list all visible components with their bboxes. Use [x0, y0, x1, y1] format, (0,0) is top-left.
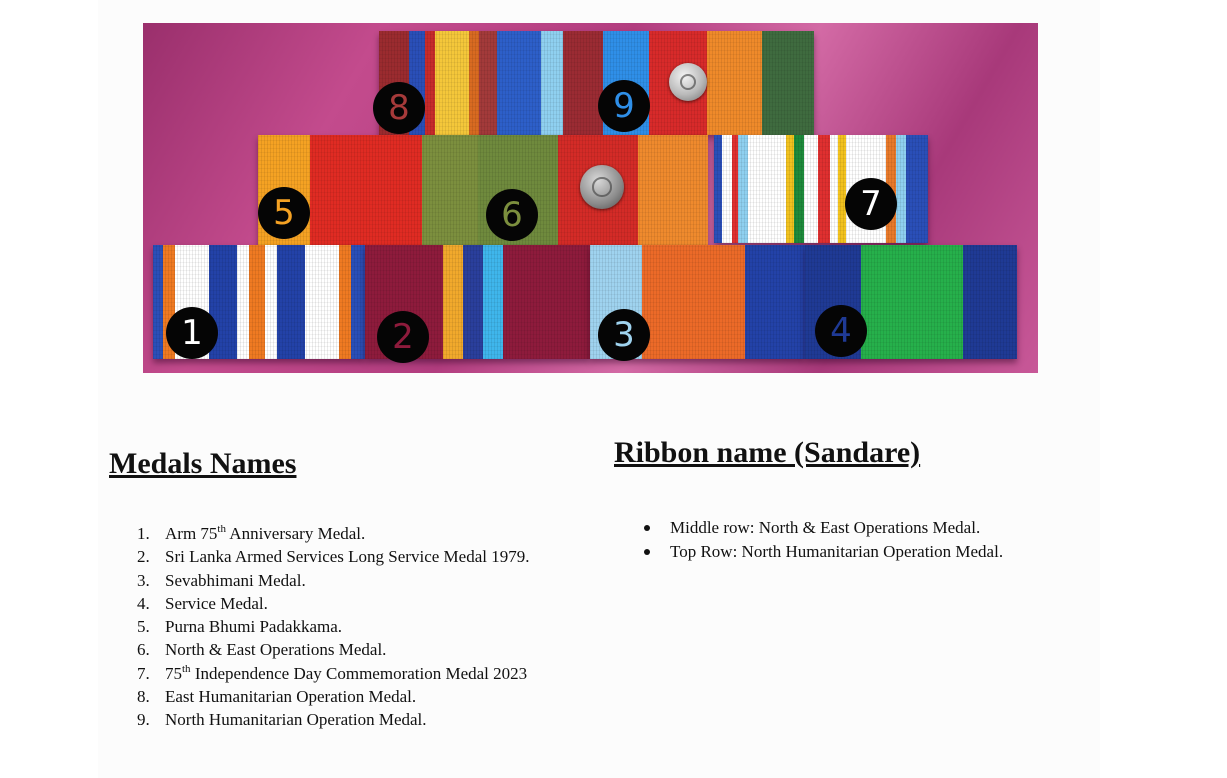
- ribbon-bar-middle-right: [714, 135, 928, 243]
- list-item: 2. Sri Lanka Armed Services Long Service …: [137, 547, 530, 567]
- bullet-icon: [644, 549, 650, 555]
- badge-4: 4: [815, 305, 867, 357]
- ribbon-name-heading: Ribbon name (Sandare): [614, 436, 921, 469]
- medals-list: 1. Arm 75th Anniversary Medal. 2. Sri Lank…: [137, 522, 529, 732]
- badge-9: 9: [598, 80, 650, 132]
- list-item: 7. 75th Independence Day Commemoration Me…: [137, 662, 528, 683]
- badge-5: 5: [258, 187, 310, 239]
- badge-6: 6: [486, 189, 538, 241]
- list-item: 4. Service Medal.: [137, 593, 268, 613]
- list-item: 9. North Humanitarian Operation Medal.: [137, 710, 427, 730]
- ribbon-bar-top-row: [379, 31, 814, 135]
- list-item: 5. Purna Bhumi Padakkama.: [137, 617, 343, 637]
- badge-7: 7: [845, 178, 897, 230]
- list-item: Middle row: North & East Operations Meda…: [644, 516, 1003, 540]
- medals-names-heading: Medals Names: [109, 447, 297, 480]
- ribbon-bar-middle-left: [258, 135, 708, 245]
- list-item: 1. Arm 75th Anniversary Medal.: [137, 523, 366, 544]
- bullet-icon: [644, 525, 650, 531]
- badge-2: 2: [377, 311, 429, 363]
- rosette-device-icon: [669, 63, 707, 101]
- medal-ribbons-photo: 1 2 3 4 5 6 7 8 9: [143, 23, 1038, 373]
- list-item: 8. East Humanitarian Operation Medal.: [137, 687, 417, 707]
- badge-3: 3: [598, 309, 650, 361]
- badge-1: 1: [166, 307, 218, 359]
- list-item: Top Row: North Humanitarian Operation Me…: [644, 540, 1003, 564]
- ribbon-notes-list: Middle row: North & East Operations Meda…: [644, 516, 1003, 564]
- lotus-device-icon: [580, 165, 624, 209]
- list-item: 3. Sevabhimani Medal.: [137, 570, 306, 590]
- list-item: 6. North & East Operations Medal.: [137, 640, 387, 660]
- badge-8: 8: [373, 82, 425, 134]
